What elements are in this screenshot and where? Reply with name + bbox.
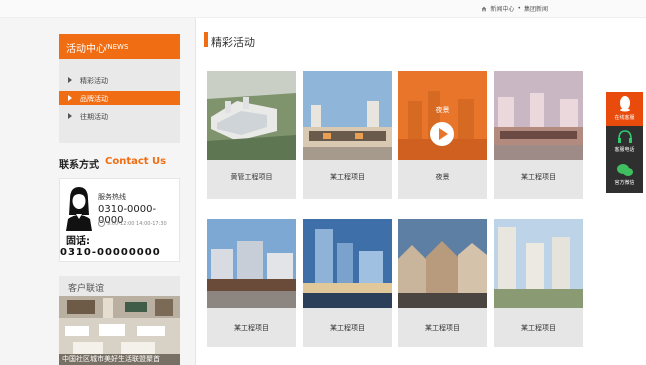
project-caption: 某工程项目 xyxy=(521,173,556,181)
project-image[interactable] xyxy=(303,71,392,160)
online-service-button[interactable]: 在线客服 xyxy=(606,92,643,126)
client-event-panel: 客户联谊 中国社区城市美好生活联盟聚首 xyxy=(59,276,180,365)
sidebar-item-label: 品牌活动 xyxy=(80,95,108,103)
play-icon[interactable] xyxy=(429,121,455,147)
project-image[interactable] xyxy=(494,219,583,308)
customer-service-avatar-icon xyxy=(66,187,92,231)
project-image[interactable] xyxy=(207,71,296,160)
project-image[interactable] xyxy=(207,219,296,308)
sidebar-item-label: 往期活动 xyxy=(80,113,108,121)
top-bar: 新闻中心 • 集团新闻 xyxy=(0,0,646,18)
project-card[interactable]: 某工程项目 xyxy=(303,219,392,347)
project-caption: 某工程项目 xyxy=(425,324,460,332)
video-overlay-title: 夜景 xyxy=(435,106,450,114)
sidebar-item-label: 精彩活动 xyxy=(80,77,108,85)
project-image[interactable] xyxy=(494,71,583,160)
project-card[interactable]: 某工程项目 xyxy=(398,219,487,347)
home-icon[interactable] xyxy=(481,6,487,12)
hotline-label: 服务热线 xyxy=(98,193,126,201)
project-caption: 黄管工程项目 xyxy=(230,173,273,181)
project-image[interactable] xyxy=(303,219,392,308)
project-card[interactable]: 某工程项目 xyxy=(494,219,583,347)
service-phone-button[interactable]: 客服电话 xyxy=(606,126,643,159)
sidebar-menu: 精彩活动 品牌活动 往期活动 xyxy=(59,59,180,143)
project-card[interactable]: 某工程项目 xyxy=(494,71,583,199)
project-image[interactable] xyxy=(398,219,487,308)
section-title: 精彩活动 xyxy=(211,36,255,49)
floating-service-toolbar: 在线客服 客服电话 官方微信 xyxy=(606,92,643,193)
project-card[interactable]: 某工程项目 xyxy=(207,219,296,347)
video-thumbnail[interactable]: 夜景 xyxy=(398,71,487,160)
caret-right-icon xyxy=(68,113,72,119)
service-hours: 9:00-12:00 14:00-17:30 xyxy=(98,220,167,227)
sidebar-item-wonderful-events[interactable]: 精彩活动 xyxy=(59,73,180,87)
section-accent-bar xyxy=(204,32,208,47)
project-caption: 夜景 xyxy=(435,173,450,181)
project-caption: 某工程项目 xyxy=(521,324,556,332)
client-event-caption: 中国社区城市美好生活联盟聚首 xyxy=(62,355,160,363)
breadcrumb-separator: • xyxy=(517,5,521,12)
breadcrumb: 新闻中心 • 集团新闻 xyxy=(481,4,548,13)
official-wechat-button[interactable]: 官方微信 xyxy=(606,159,643,193)
headset-icon xyxy=(617,130,632,143)
project-caption: 某工程项目 xyxy=(234,324,269,332)
client-event-title: 客户联谊 xyxy=(68,284,105,294)
service-hours-text: 9:00-12:00 14:00-17:30 xyxy=(107,220,167,227)
fixed-line-label: 固话: xyxy=(66,236,90,247)
contact-title: 联系方式 xyxy=(59,160,99,171)
sidebar-header-title: 活动中心 xyxy=(66,44,106,55)
project-caption: 某工程项目 xyxy=(330,324,365,332)
wechat-icon xyxy=(616,164,633,176)
service-phone-label: 客服电话 xyxy=(614,147,635,153)
clock-icon xyxy=(98,220,105,227)
sidebar-item-brand-events[interactable]: 品牌活动 xyxy=(59,91,180,105)
breadcrumb-item-news-center[interactable]: 新闻中心 xyxy=(490,4,514,13)
contact-title-en: Contact Us xyxy=(105,156,167,167)
official-wechat-label: 官方微信 xyxy=(614,180,635,186)
sidebar-header-subtitle: /NEWS xyxy=(105,43,129,51)
project-card[interactable]: 某工程项目 xyxy=(303,71,392,199)
project-caption: 某工程项目 xyxy=(330,173,365,181)
project-card[interactable]: 黄管工程项目 xyxy=(207,71,296,199)
client-event-photo[interactable]: 中国社区城市美好生活联盟聚首 xyxy=(59,296,180,365)
caret-right-icon xyxy=(68,77,72,83)
video-card[interactable]: 夜景 夜景 xyxy=(398,71,487,199)
caret-right-icon xyxy=(68,95,72,101)
online-service-label: 在线客服 xyxy=(614,115,635,121)
contact-card: 服务热线 0310-0000-0000 9:00-12:00 14:00-17:… xyxy=(59,178,180,262)
sidebar-header: 活动中心 /NEWS xyxy=(59,34,180,59)
fixed-line-number: 0310-00000000 xyxy=(60,247,161,258)
qq-icon xyxy=(619,96,630,112)
breadcrumb-item-group-news[interactable]: 集团新闻 xyxy=(524,4,548,13)
sidebar-item-past-events[interactable]: 往期活动 xyxy=(59,109,180,123)
